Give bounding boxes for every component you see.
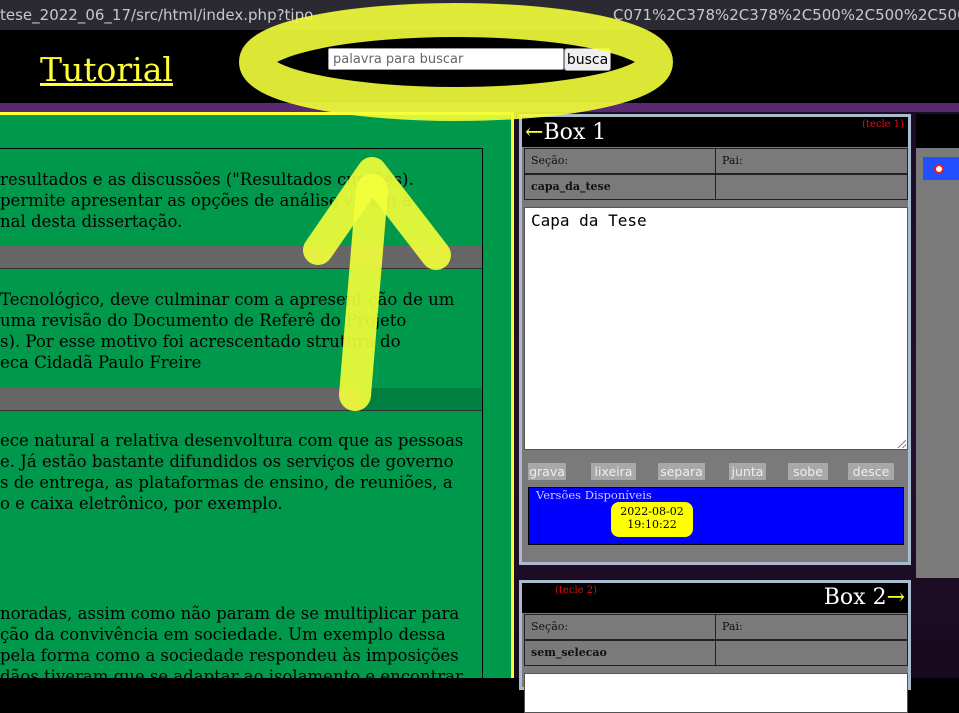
box-2: (tecle 2) Box 2→ Seção: Pai: sem_selecao	[519, 580, 911, 713]
box-1-title: ←Box 1	[525, 120, 606, 145]
site-header: Tutorial busca	[0, 30, 959, 103]
box-3-header	[916, 114, 959, 148]
text-line: dãos tiveram que se adaptar ao isolament…	[0, 667, 463, 686]
section-separator	[0, 246, 482, 269]
text-line: noradas, assim como não param de se mult…	[0, 604, 460, 623]
desce-button[interactable]: desce	[848, 463, 894, 480]
version-date: 2022-08-02	[620, 505, 684, 518]
search-button[interactable]: busca	[564, 48, 611, 71]
version-badge[interactable]: 2022-08-02 19:10:22	[611, 502, 693, 537]
header-divider	[0, 103, 959, 112]
box-2-header: (tecle 2) Box 2→	[522, 583, 908, 613]
paragraph-3: ece natural a relativa desenvoltura com …	[0, 430, 482, 514]
text-line: resultados e as discussões ("Resultados …	[0, 170, 414, 189]
text-line: uma revisão do Documento de Referê do Pr…	[0, 311, 407, 330]
browser-url-bar[interactable]: tese_2022_06_17/src/html/index.php?tipo …	[0, 0, 959, 30]
section-separator-accent	[360, 388, 482, 410]
box-2-textarea[interactable]	[524, 673, 908, 713]
document-panel: resultados e as discussões ("Resultados …	[0, 112, 514, 689]
search-input[interactable]	[328, 48, 564, 70]
box-2-secao-value: sem_selecao	[524, 640, 717, 666]
left-arrow-icon[interactable]: ←	[525, 120, 543, 145]
text-line: e. Já estão bastante difundidos os servi…	[0, 452, 454, 471]
tutorial-link[interactable]: Tutorial	[40, 50, 173, 89]
box-3-partial	[916, 114, 959, 578]
document-content: resultados e as discussões ("Resultados …	[0, 148, 483, 689]
secao-label: Seção:	[524, 148, 717, 174]
secao-value: capa_da_tese	[524, 174, 717, 200]
text-line: pela forma como a sociedade respondeu às…	[0, 646, 459, 665]
sobe-button[interactable]: sobe	[788, 463, 828, 480]
url-text-right: C071%2C378%2C378%2C500%2C500%2C500%	[613, 6, 959, 24]
box-1: ←Box 1 (tecle 1) Seção: Pai: capa_da_tes…	[519, 114, 911, 565]
separa-button[interactable]: separa	[658, 463, 705, 480]
text-line: s de entrega, as plataformas de ensino, …	[0, 473, 453, 492]
versions-label: Versões Disponíveis	[536, 488, 652, 502]
text-line: ece natural a relativa desenvoltura com …	[0, 431, 464, 450]
text-line: ção da convivência em sociedade. Um exem…	[0, 625, 446, 644]
box-2-secao-label: Seção:	[524, 614, 717, 640]
pai-value	[715, 174, 908, 200]
right-arrow-icon[interactable]: →	[887, 585, 905, 610]
lixeira-button[interactable]: lixeira	[591, 463, 636, 480]
paragraph-1: resultados e as discussões ("Resultados …	[0, 169, 482, 232]
text-line: permite apresentar as opções de análise …	[0, 191, 412, 210]
box-1-toolbar: grava lixeira separa junta sobe desce	[528, 463, 908, 480]
box-1-header: ←Box 1 (tecle 1)	[522, 117, 908, 147]
pai-label: Pai:	[715, 148, 908, 174]
text-line: o e caixa eletrônico, por exemplo.	[0, 494, 283, 513]
box-2-pai-label: Pai:	[715, 614, 908, 640]
text-line: s). Por esse motivo foi acrescentado str…	[0, 332, 401, 351]
versions-panel: Versões Disponíveis 2022-08-02 19:10:22	[528, 487, 904, 545]
box-2-title: Box 2→	[824, 585, 905, 610]
box-1-textarea[interactable]: Capa da Tese	[524, 207, 908, 450]
text-line: Tecnológico, deve culminar com a apresen…	[0, 290, 455, 309]
junta-button[interactable]: junta	[729, 463, 766, 480]
radio-icon[interactable]	[934, 164, 944, 174]
url-text-left: tese_2022_06_17/src/html/index.php?tipo	[0, 6, 314, 24]
text-line: nal desta dissertação.	[0, 212, 183, 231]
text-line: eca Cidadã Paulo Freire	[0, 353, 202, 372]
version-time: 19:10:22	[627, 518, 677, 531]
box-1-content: Capa da Tese	[531, 211, 647, 230]
box-2-pai-value	[715, 640, 908, 666]
box-1-title-text: Box 1	[543, 120, 607, 145]
document-frame: resultados e as discussões ("Resultados …	[0, 112, 510, 689]
box-2-hint: (tecle 2)	[555, 585, 597, 596]
resize-grip-icon[interactable]	[897, 439, 906, 448]
box-2-title-text: Box 2	[823, 585, 887, 610]
grava-button[interactable]: grava	[528, 463, 566, 480]
box-1-hint: (tecle 1)	[862, 119, 904, 130]
paragraph-4: noradas, assim como não param de se mult…	[0, 603, 482, 687]
paragraph-2: Tecnológico, deve culminar com a apresen…	[0, 289, 482, 373]
